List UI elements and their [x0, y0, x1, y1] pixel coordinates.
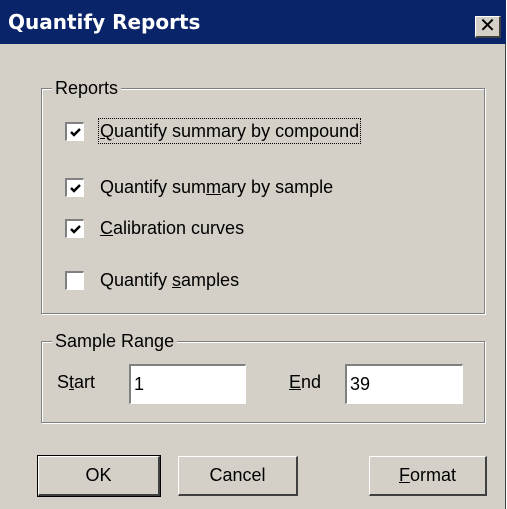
cancel-button[interactable]: Cancel — [178, 456, 298, 496]
checkbox-box[interactable] — [65, 271, 84, 290]
ok-button[interactable]: OK — [37, 455, 161, 497]
reports-group-legend: Reports — [52, 77, 122, 99]
checkbox-quantify-summary-by-sample[interactable]: Quantify summary by sample — [65, 175, 475, 203]
start-label: Start — [57, 372, 96, 392]
checkbox-label: Calibration curves — [100, 218, 245, 238]
end-label: End — [289, 372, 322, 392]
checkbox-label: Quantify summary by sample — [100, 177, 334, 197]
reports-group: Reports Quantify summary by compound Qua… — [41, 77, 485, 314]
sample-range-group-legend: Sample Range — [52, 330, 178, 352]
title-bar[interactable]: Quantify Reports ✕ — [0, 0, 506, 44]
checkbox-box[interactable] — [65, 122, 84, 141]
checkmark-icon — [70, 225, 81, 234]
checkbox-calibration-curves[interactable]: Calibration curves — [65, 216, 475, 244]
checkbox-label: Quantify samples — [100, 270, 240, 290]
close-icon: ✕ — [479, 15, 496, 37]
format-button[interactable]: Format — [369, 456, 487, 496]
checkmark-icon — [70, 128, 81, 137]
checkbox-label: Quantify summary by compound — [97, 118, 362, 144]
checkbox-quantify-summary-by-compound[interactable]: Quantify summary by compound — [65, 118, 475, 147]
quantify-reports-dialog: Quantify Reports ✕ Reports Quantify summ… — [0, 0, 506, 509]
start-input[interactable]: 1 — [129, 364, 246, 404]
checkbox-quantify-samples[interactable]: Quantify samples — [65, 268, 475, 296]
sample-range-group: Sample Range Start 1 End 39 — [41, 330, 485, 423]
checkmark-icon — [70, 184, 81, 193]
checkbox-box[interactable] — [65, 178, 84, 197]
checkbox-box[interactable] — [65, 219, 84, 238]
end-input[interactable]: 39 — [345, 364, 463, 404]
window-title: Quantify Reports — [8, 10, 201, 34]
close-button[interactable]: ✕ — [475, 16, 501, 38]
